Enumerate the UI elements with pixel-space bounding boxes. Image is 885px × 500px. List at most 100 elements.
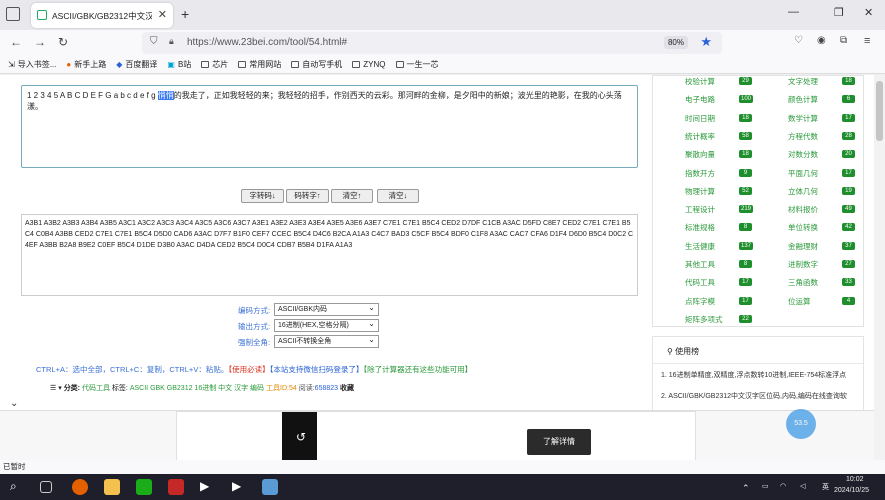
left-category-link[interactable]: 电子电路: [685, 94, 715, 105]
clock-time[interactable]: 10:02: [846, 476, 864, 483]
right-category-link[interactable]: 材料报价: [788, 204, 818, 215]
network-icon[interactable]: ▭: [762, 482, 769, 490]
left-category-link[interactable]: 工程设计: [685, 204, 715, 215]
left-category-link[interactable]: 校验计算: [685, 76, 715, 87]
tab-close-icon[interactable]: ✕: [158, 8, 167, 21]
pocket-icon[interactable]: ♡: [794, 35, 803, 46]
tab-list-icon[interactable]: [6, 7, 20, 21]
back-arrow-icon[interactable]: ←: [10, 35, 22, 49]
menu-icon[interactable]: ≡: [864, 35, 870, 47]
right-category-link[interactable]: 金融理财: [788, 241, 818, 252]
window-close-button[interactable]: ✕: [864, 6, 873, 19]
lock-icon[interactable]: 🔒︎: [169, 36, 174, 47]
left-category-link[interactable]: 其他工具: [685, 259, 715, 270]
right-category-link[interactable]: 数学计算: [788, 113, 818, 124]
zoom-level[interactable]: 80%: [663, 36, 688, 49]
clock-date[interactable]: 2024/10/25: [834, 487, 869, 494]
scrollbar-thumb[interactable]: [876, 81, 883, 141]
active-tab[interactable]: ASCII/GBK/GB2312中文汉字区 ✕: [31, 3, 173, 28]
fullwidth-select[interactable]: ASCII不转换全角: [274, 334, 379, 348]
url-text[interactable]: https://www.23bei.com/tool/54.html#: [187, 37, 347, 48]
left-category-link[interactable]: 点阵字模: [685, 296, 715, 307]
shield-icon[interactable]: ⛉: [150, 36, 158, 47]
ranking-item[interactable]: 1. 16进制单精度,双精度,浮点数转10进制,IEEE-754标准浮点: [661, 370, 861, 380]
right-category-link[interactable]: 三角函数: [788, 277, 818, 288]
ad-bar: ⌄ ↺ 了解详情: [0, 398, 874, 460]
left-category-link[interactable]: 代码工具: [685, 277, 715, 288]
left-category-link[interactable]: 统计概率: [685, 131, 715, 142]
volume-icon[interactable]: ◁: [800, 482, 805, 490]
bookmark-folder-chip[interactable]: 芯片: [201, 59, 228, 70]
extensions-icon[interactable]: ⧉: [840, 35, 847, 46]
left-category-link[interactable]: 标准规格: [685, 222, 715, 233]
collapse-chevron-icon[interactable]: ⌄: [10, 398, 18, 409]
account-icon[interactable]: ◉: [817, 35, 826, 46]
source-text-input[interactable]: 1 2 3 4 5 A B C D E F G a b c d e f g 悄悄…: [21, 85, 638, 168]
more-tools-link[interactable]: 【除了计算器还有这些功能可用】: [363, 365, 472, 374]
right-category-link[interactable]: 对数分数: [788, 149, 818, 160]
clear-output-button[interactable]: 清空↓: [377, 189, 419, 203]
left-category-link[interactable]: 时间日期: [685, 113, 715, 124]
floating-assistant-icon[interactable]: 53.5: [786, 409, 816, 439]
char-to-code-button[interactable]: 字转码↓: [241, 189, 284, 203]
wechat-icon[interactable]: [136, 479, 152, 495]
bookmark-newbie[interactable]: ● 新手上路: [66, 59, 106, 70]
file-explorer-icon[interactable]: [104, 479, 120, 495]
wifi-icon[interactable]: ◠: [780, 482, 786, 490]
wechat-login-link[interactable]: 【本站支持微信扫码登录了】: [270, 365, 364, 374]
right-category-link[interactable]: 平面几何: [788, 168, 818, 179]
right-category-link[interactable]: 文字处理: [788, 76, 818, 87]
bookmark-folder-ysyx[interactable]: 一生一芯: [395, 59, 439, 70]
right-category-link[interactable]: 位运算: [788, 296, 811, 307]
bookmark-folder-common[interactable]: 常用网站: [238, 59, 281, 70]
ranking-item[interactable]: 2. ASCII/GBK/GB2312中文汉字区位码,内码,编码在线查询软: [661, 391, 861, 401]
left-category-link[interactable]: 指数开方: [685, 168, 715, 179]
right-category-link[interactable]: 单位转换: [788, 222, 818, 233]
terminal2-icon[interactable]: ▶: [232, 479, 248, 495]
address-bar[interactable]: ⛉ 🔒︎ https://www.23bei.com/tool/54.html#…: [142, 32, 722, 54]
tags-links[interactable]: ASCII GBK GB2312 16进制 中文 汉字 编码: [130, 385, 264, 392]
page-scrollbar[interactable]: [874, 75, 885, 460]
left-category-link[interactable]: 生活健康: [685, 241, 715, 252]
search-icon[interactable]: ⌕: [10, 479, 26, 495]
right-category-link[interactable]: 立体几何: [788, 186, 818, 197]
code-output-area[interactable]: A3B1 A3B2 A3B3 A3B4 A3B5 A3C1 A3C2 A3C3 …: [21, 214, 638, 296]
ad-box[interactable]: ↺ 了解详情: [176, 411, 696, 460]
wps-icon[interactable]: [168, 479, 184, 495]
replay-icon[interactable]: ↺: [296, 430, 306, 444]
new-tab-button[interactable]: +: [181, 6, 189, 22]
window-minimize-button[interactable]: —: [788, 6, 799, 18]
window-maximize-button[interactable]: ❐: [834, 6, 844, 19]
learn-more-button[interactable]: 了解详情: [527, 429, 591, 455]
encoding-select[interactable]: ASCII/GBK内码: [274, 302, 379, 316]
ad-video[interactable]: ↺: [282, 412, 317, 460]
terminal-icon[interactable]: ▶: [200, 479, 216, 495]
code-to-char-button[interactable]: 码转字↑: [286, 189, 329, 203]
bookmark-folder-zynq[interactable]: ZYNQ: [352, 60, 386, 69]
clear-input-button[interactable]: 清空↑: [331, 189, 373, 203]
category-link[interactable]: 代码工具: [82, 385, 110, 392]
left-category-link[interactable]: 矩阵多项式: [685, 314, 723, 325]
bookmark-import[interactable]: ⇲ 导入书签...: [8, 59, 56, 70]
must-read-link[interactable]: 【使用必读】: [228, 365, 269, 374]
firefox-taskbar-icon[interactable]: [72, 479, 88, 495]
notepad-icon[interactable]: [262, 479, 278, 495]
right-category-link[interactable]: 方程代数: [788, 131, 818, 142]
right-category-link[interactable]: 颜色计算: [788, 94, 818, 105]
output-mode-select[interactable]: 16进制(HEX,空格分隔): [274, 318, 379, 332]
bookmark-baidu-translate[interactable]: ◆ 百度翻译: [116, 59, 157, 70]
bookmark-star-icon[interactable]: ★: [700, 34, 712, 50]
menu-icon[interactable]: ☰ ▾: [50, 385, 62, 392]
favorite-link[interactable]: 收藏: [340, 385, 354, 392]
bookmark-bilibili[interactable]: ▣ B站: [167, 59, 191, 70]
task-view-icon[interactable]: [40, 481, 52, 493]
category-panel: 校验计算 29 电子电路 100 时间日期 18 统计概率 58 聚散向量 18 指数开方 9 物理计算…: [652, 75, 864, 327]
tray-chevron-icon[interactable]: ⌃: [742, 483, 750, 494]
forward-arrow-icon[interactable]: →: [34, 35, 46, 49]
left-category-link[interactable]: 物理计算: [685, 186, 715, 197]
ime-indicator[interactable]: 英: [822, 482, 829, 492]
right-category-link[interactable]: 进制数字: [788, 259, 818, 270]
reload-icon[interactable]: ↻: [58, 35, 68, 49]
bookmark-folder-auto[interactable]: 自动写手机: [291, 59, 342, 70]
left-category-link[interactable]: 聚散向量: [685, 149, 715, 160]
